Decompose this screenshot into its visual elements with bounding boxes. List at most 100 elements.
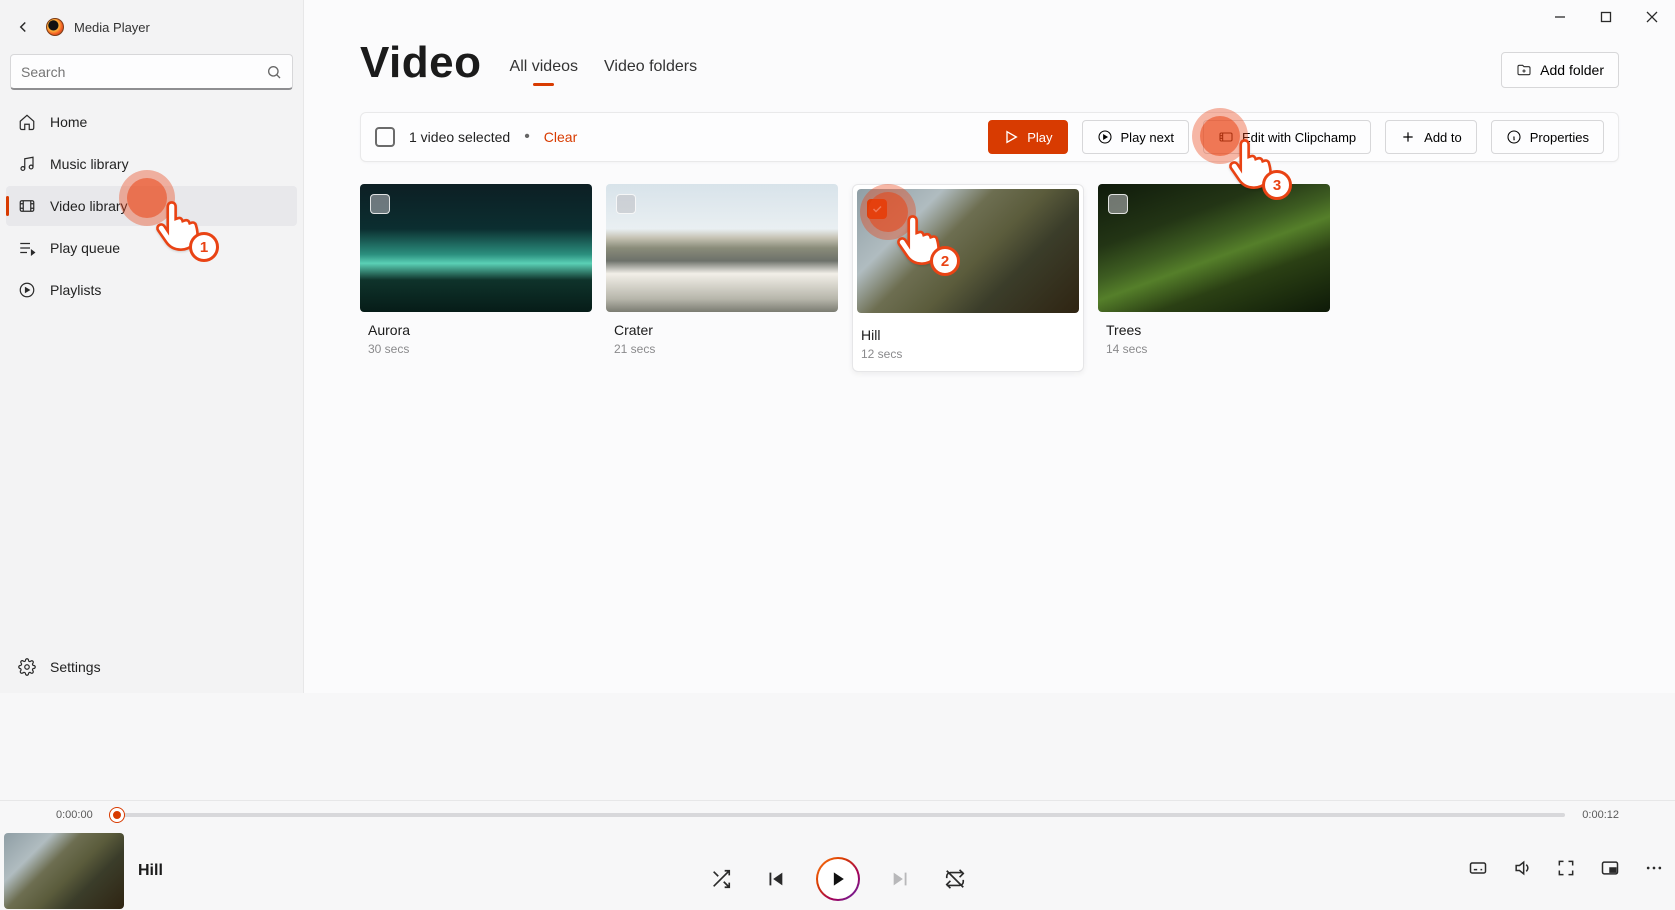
queue-icon [18, 239, 36, 257]
seek-row: 0:00:00 0:00:12 [56, 809, 1619, 821]
play-label: Play [1027, 130, 1052, 145]
video-thumbnail [606, 184, 838, 312]
search-input[interactable] [21, 64, 258, 80]
view-tabs: All videos Video folders [510, 58, 698, 88]
clipchamp-icon [1218, 129, 1234, 145]
repeat-button[interactable] [942, 866, 968, 892]
now-playing[interactable]: Hill [0, 831, 320, 910]
sidebar: Media Player Home Music library Video li… [0, 0, 304, 693]
sidebar-item-settings[interactable]: Settings [6, 647, 297, 687]
tab-all-videos[interactable]: All videos [510, 58, 578, 82]
play-next-button[interactable]: Play next [1082, 120, 1189, 154]
tab-video-folders[interactable]: Video folders [604, 58, 697, 82]
video-card[interactable]: Crater 21 secs [606, 184, 838, 372]
seek-slider[interactable] [110, 813, 1565, 817]
add-to-label: Add to [1424, 130, 1462, 145]
video-duration: 21 secs [606, 338, 838, 356]
video-checkbox[interactable] [616, 194, 636, 214]
select-all-checkbox[interactable] [375, 127, 395, 147]
separator-dot: • [524, 128, 530, 146]
sidebar-item-queue[interactable]: Play queue [6, 228, 297, 268]
player-right-controls [1467, 857, 1665, 879]
properties-label: Properties [1530, 130, 1589, 145]
time-current: 0:00:00 [56, 809, 98, 821]
video-title: Trees [1098, 312, 1330, 338]
now-playing-thumb [4, 833, 124, 909]
page-title: Video [360, 38, 482, 88]
video-checkbox[interactable] [370, 194, 390, 214]
video-title: Crater [606, 312, 838, 338]
video-duration: 14 secs [1098, 338, 1330, 356]
more-button[interactable] [1643, 857, 1665, 879]
add-folder-label: Add folder [1540, 62, 1604, 78]
previous-button[interactable] [762, 866, 788, 892]
video-duration: 30 secs [360, 338, 592, 356]
video-title: Hill [853, 317, 1083, 343]
maximize-button[interactable] [1583, 0, 1629, 34]
video-thumbnail [360, 184, 592, 312]
add-folder-icon [1516, 62, 1532, 78]
video-thumbnail [1098, 184, 1330, 312]
play-next-icon [1097, 129, 1113, 145]
app-title: Media Player [74, 20, 150, 35]
video-card[interactable]: Aurora 30 secs [360, 184, 592, 372]
gear-icon [18, 658, 36, 676]
video-icon [18, 197, 36, 215]
selection-toolbar: 1 video selected • Clear Play Play next … [360, 112, 1619, 162]
video-checkbox[interactable] [1108, 194, 1128, 214]
info-icon [1506, 129, 1522, 145]
seek-knob[interactable] [110, 808, 124, 822]
back-button[interactable] [10, 14, 36, 40]
video-card[interactable]: Trees 14 secs [1098, 184, 1330, 372]
fullscreen-button[interactable] [1555, 857, 1577, 879]
music-icon [18, 155, 36, 173]
video-title: Aurora [360, 312, 592, 338]
plus-icon [1400, 129, 1416, 145]
sidebar-item-label: Playlists [50, 282, 101, 298]
sidebar-item-label: Music library [50, 156, 129, 172]
sidebar-item-music[interactable]: Music library [6, 144, 297, 184]
now-playing-title: Hill [138, 862, 163, 880]
clear-selection-link[interactable]: Clear [544, 129, 577, 145]
captions-button[interactable] [1467, 857, 1489, 879]
sidebar-item-label: Video library [50, 198, 128, 214]
volume-button[interactable] [1511, 857, 1533, 879]
play-button[interactable]: Play [988, 120, 1067, 154]
sidebar-item-label: Home [50, 114, 87, 130]
minimize-button[interactable] [1537, 0, 1583, 34]
time-total: 0:00:12 [1577, 809, 1619, 821]
video-card[interactable]: Hill 12 secs [852, 184, 1084, 372]
play-pause-button[interactable] [816, 857, 860, 901]
sidebar-item-label: Play queue [50, 240, 120, 256]
sidebar-nav: Home Music library Video library Play qu… [6, 102, 297, 310]
video-duration: 12 secs [853, 343, 1083, 361]
properties-button[interactable]: Properties [1491, 120, 1604, 154]
search-box[interactable] [10, 54, 293, 90]
playlists-icon [18, 281, 36, 299]
close-button[interactable] [1629, 0, 1675, 34]
miniplayer-button[interactable] [1599, 857, 1621, 879]
edit-clipchamp-button[interactable]: Edit with Clipchamp [1203, 120, 1371, 154]
playback-controls [708, 857, 968, 901]
sidebar-item-playlists[interactable]: Playlists [6, 270, 297, 310]
player-bar: 0:00:00 0:00:12 Hill [0, 800, 1675, 910]
video-grid: Aurora 30 secs Crater 21 secs Hill 12 se… [304, 162, 1675, 394]
edit-clipchamp-label: Edit with Clipchamp [1242, 130, 1356, 145]
sidebar-item-video[interactable]: Video library [6, 186, 297, 226]
video-checkbox[interactable] [867, 199, 887, 219]
page-header: Video All videos Video folders Add folde… [304, 0, 1675, 88]
shuffle-button[interactable] [708, 866, 734, 892]
sidebar-item-label: Settings [50, 659, 101, 675]
selection-count: 1 video selected [409, 129, 510, 145]
sidebar-item-home[interactable]: Home [6, 102, 297, 142]
next-button[interactable] [888, 866, 914, 892]
add-to-button[interactable]: Add to [1385, 120, 1477, 154]
search-icon [266, 64, 282, 80]
add-folder-button[interactable]: Add folder [1501, 52, 1619, 88]
home-icon [18, 113, 36, 131]
video-thumbnail [857, 189, 1079, 313]
app-logo-icon [46, 18, 64, 36]
main-area: Video All videos Video folders Add folde… [304, 0, 1675, 693]
play-next-label: Play next [1121, 130, 1174, 145]
window-controls [1537, 0, 1675, 42]
